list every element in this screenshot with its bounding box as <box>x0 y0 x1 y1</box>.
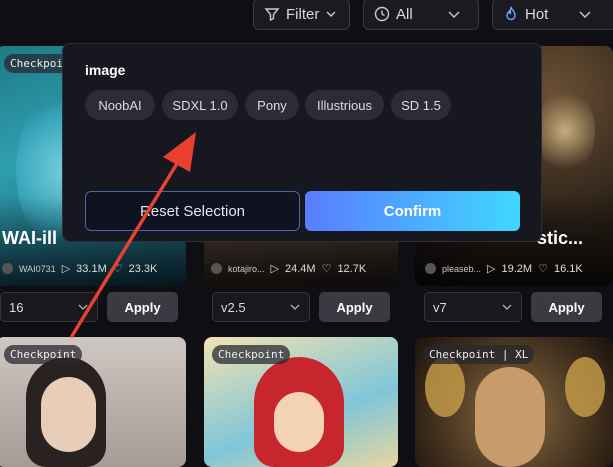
version-select[interactable]: v2.5 <box>212 292 310 322</box>
heart-icon: ♡ <box>538 263 548 275</box>
reset-selection-button[interactable]: Reset Selection <box>85 191 300 231</box>
card-title: WAI-ill <box>2 228 57 248</box>
type-badge: Checkpoint | XL <box>423 345 535 364</box>
avatar <box>2 263 13 274</box>
filter-label: Filter <box>286 5 320 23</box>
version-select[interactable]: 16 <box>0 292 98 322</box>
heart-icon: ♡ <box>321 263 332 275</box>
model-card[interactable]: Checkpoint <box>0 337 186 467</box>
download-icon: ▷ <box>270 263 279 275</box>
download-count: 33.1M <box>76 262 107 275</box>
flame-icon <box>506 6 516 21</box>
avatar <box>425 263 436 274</box>
apply-button[interactable]: Apply <box>531 292 602 322</box>
chip-pony[interactable]: Pony <box>245 90 299 120</box>
heart-icon: ♡ <box>112 263 123 275</box>
like-count: 23.3K <box>128 262 158 275</box>
period-select[interactable]: All <box>363 0 479 30</box>
filter-popup: image NoobAI SDXL 1.0 Pony Illustrious S… <box>62 43 542 242</box>
chevron-down-icon <box>326 11 336 17</box>
chevron-down-icon <box>290 304 300 310</box>
apply-button[interactable]: Apply <box>319 292 390 322</box>
filter-icon <box>264 8 280 22</box>
sort-select[interactable]: Hot <box>492 0 613 30</box>
period-label: All <box>396 5 413 23</box>
chip-sdxl[interactable]: SDXL 1.0 <box>162 90 238 120</box>
version-value: v7 <box>433 299 447 315</box>
card-stats: WAI0731 ▷ 33.1M ♡ 23.3K <box>2 262 157 275</box>
confirm-button[interactable]: Confirm <box>305 191 520 231</box>
card-controls: v7 Apply <box>424 292 610 322</box>
chip-noobai[interactable]: NoobAI <box>85 90 155 120</box>
author-name: WAI0731 <box>19 263 56 274</box>
card-title: stic... <box>537 228 584 248</box>
filter-button[interactable]: Filter <box>253 0 350 30</box>
author-name: pleaseb... <box>442 263 482 274</box>
card-stats: pleaseb... ▷ 19.2M ♡ 16.1K <box>425 262 583 275</box>
chevron-down-icon <box>78 304 88 310</box>
clock-icon <box>374 6 390 22</box>
card-controls: 16 Apply <box>0 292 186 322</box>
model-card[interactable]: Checkpoint | XL <box>415 337 613 467</box>
chip-illustrious[interactable]: Illustrious <box>305 90 384 120</box>
section-label: image <box>85 62 126 78</box>
version-value: v2.5 <box>221 299 246 315</box>
card-stats: kotajiro... ▷ 24.4M ♡ 12.7K <box>211 262 366 275</box>
sort-label: Hot <box>525 5 549 23</box>
download-count: 24.4M <box>284 262 316 275</box>
download-icon: ▷ <box>487 263 496 275</box>
download-count: 19.2M <box>501 262 533 275</box>
chevron-down-icon <box>502 304 512 310</box>
author-name: kotajiro... <box>228 263 265 274</box>
avatar <box>211 263 222 274</box>
download-icon: ▷ <box>61 263 71 275</box>
type-badge: Checkpoint <box>212 345 291 364</box>
card-controls: v2.5 Apply <box>212 292 398 322</box>
chip-sd15[interactable]: SD 1.5 <box>391 90 451 120</box>
like-count: 16.1K <box>553 262 583 275</box>
top-toolbar: Filter All Hot <box>0 0 613 34</box>
version-value: 16 <box>9 299 24 315</box>
type-badge: Checkpoint <box>4 345 83 364</box>
chevron-down-icon <box>448 11 460 18</box>
like-count: 12.7K <box>337 262 367 275</box>
apply-button[interactable]: Apply <box>107 292 178 322</box>
model-card[interactable]: Checkpoint <box>204 337 398 467</box>
chevron-down-icon <box>579 11 591 18</box>
version-select[interactable]: v7 <box>424 292 522 322</box>
